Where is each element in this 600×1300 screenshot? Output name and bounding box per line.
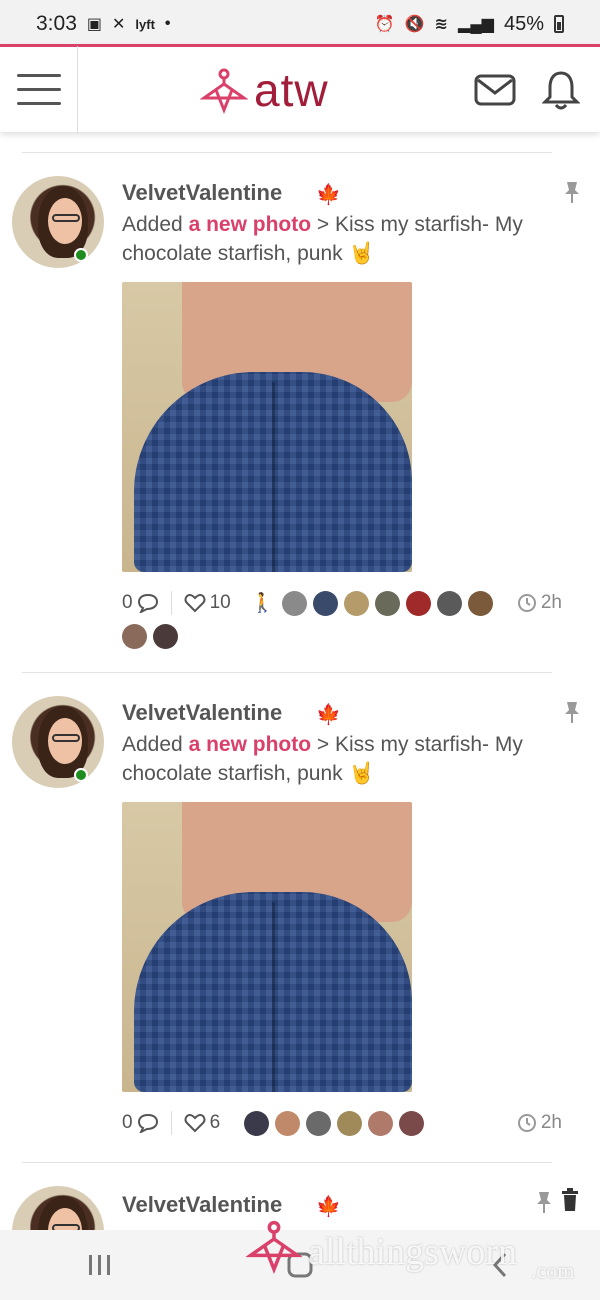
envelope-icon[interactable] <box>474 74 516 106</box>
lyft-icon: lyft <box>135 16 155 32</box>
post-photo[interactable] <box>122 802 412 1092</box>
post-time: 2h <box>517 1112 562 1134</box>
comment-icon <box>137 593 158 613</box>
like-count-value: 6 <box>209 1112 221 1133</box>
comment-count-value: 0 <box>122 592 133 613</box>
liker-avatar[interactable] <box>275 1110 301 1136</box>
wifi-icon: ≋ <box>434 16 449 33</box>
post-time: 2h <box>517 592 562 614</box>
canada-flag-icon: 🍁 <box>316 184 341 206</box>
liker-avatar[interactable] <box>368 1110 394 1136</box>
menu-button[interactable] <box>0 45 78 134</box>
avatar[interactable] <box>12 1186 104 1230</box>
post-username[interactable]: VelvetValentine <box>122 700 282 726</box>
hamburger-line <box>16 74 61 77</box>
hamburger-line <box>16 88 61 91</box>
comment-count[interactable]: 0 <box>122 1112 159 1134</box>
liker-avatar[interactable] <box>399 1110 425 1136</box>
post-username[interactable]: VelvetValentine <box>122 180 282 206</box>
back-button[interactable] <box>470 1240 530 1290</box>
new-photo-link[interactable]: a new photo <box>189 733 312 756</box>
x-icon: ✕ <box>112 16 126 33</box>
dot-icon: • <box>164 15 171 32</box>
liker-avatar[interactable] <box>344 590 370 616</box>
trash-icon[interactable] <box>560 1188 580 1212</box>
liker-avatars-overflow <box>122 624 178 649</box>
clock-icon <box>517 1114 536 1132</box>
logo[interactable]: atw <box>200 63 329 117</box>
home-icon <box>287 1252 313 1278</box>
activity-text: Added a new photo > Kiss my starfish- My… <box>122 210 562 268</box>
person-icon: 🚶 <box>250 593 275 614</box>
activity-text: Added a new photo > Kiss my starfish- My… <box>122 730 562 788</box>
activity-prefix: Added <box>122 213 189 236</box>
online-status-dot <box>74 768 88 782</box>
like-count-value: 10 <box>209 592 231 613</box>
online-status-dot <box>74 248 88 262</box>
liker-avatar[interactable] <box>437 590 463 616</box>
liker-avatar[interactable] <box>468 590 494 616</box>
status-bar: 3:03 ▣ ✕ lyft • ⏰ 🔇 ≋ ▂▄▆ 45% <box>0 0 600 48</box>
mute-icon: 🔇 <box>404 16 425 33</box>
status-time: 3:03 <box>36 12 77 35</box>
hanger-logo-icon <box>200 68 248 114</box>
post-time-value: 2h <box>540 592 562 613</box>
avatar[interactable] <box>12 176 104 268</box>
bell-icon[interactable] <box>542 69 580 111</box>
heart-icon <box>184 593 206 613</box>
like-count[interactable]: 6 <box>184 1112 221 1134</box>
comment-count-value: 0 <box>122 1112 133 1133</box>
liker-avatars <box>282 590 494 616</box>
heart-icon <box>184 1113 206 1133</box>
like-count[interactable]: 10 <box>184 592 231 614</box>
app-header: atw <box>0 44 600 134</box>
clock-icon <box>517 594 536 612</box>
liker-avatar[interactable] <box>122 624 147 649</box>
battery-percent: 45% <box>503 12 544 35</box>
liker-avatar[interactable] <box>375 590 401 616</box>
post-meta: 0 6 2h <box>122 1108 582 1138</box>
alarm-icon: ⏰ <box>374 16 395 33</box>
post-meta: 0 10 🚶 2h <box>122 588 582 618</box>
avatar[interactable] <box>12 696 104 788</box>
recent-apps-button[interactable] <box>70 1240 130 1290</box>
logo-text: atw <box>254 64 329 116</box>
recent-apps-icon <box>89 1255 110 1275</box>
hamburger-line <box>16 102 61 105</box>
pin-icon[interactable] <box>562 180 582 204</box>
divider <box>22 1162 552 1163</box>
activity-prefix: Added <box>122 733 189 756</box>
signal-icon: ▂▄▆ <box>458 16 494 33</box>
battery-icon <box>554 15 564 33</box>
liker-avatar[interactable] <box>153 624 178 649</box>
canada-flag-icon: 🍁 <box>316 1196 341 1218</box>
liker-avatar[interactable] <box>306 1110 332 1136</box>
liker-avatar[interactable] <box>337 1110 363 1136</box>
back-icon <box>492 1252 507 1278</box>
liker-avatar[interactable] <box>282 590 308 616</box>
liker-avatar[interactable] <box>406 590 432 616</box>
canada-flag-icon: 🍁 <box>316 704 341 726</box>
post-username[interactable]: VelvetValentine <box>122 1192 282 1218</box>
pin-icon[interactable] <box>562 700 582 724</box>
divider <box>22 152 552 153</box>
comment-count[interactable]: 0 <box>122 592 159 614</box>
post-photo[interactable] <box>122 282 412 572</box>
calendar-icon: ▣ <box>86 16 102 33</box>
activity-feed: VelvetValentine 🍁 Added a new photo > Ki… <box>0 132 600 1230</box>
post-time-value: 2h <box>540 1112 562 1133</box>
liker-avatar[interactable] <box>244 1110 270 1136</box>
home-button[interactable] <box>270 1240 330 1290</box>
system-nav-bar <box>0 1230 600 1300</box>
comment-icon <box>137 1113 158 1133</box>
new-photo-link[interactable]: a new photo <box>189 213 312 236</box>
liker-avatar[interactable] <box>313 590 339 616</box>
divider <box>22 672 552 673</box>
pin-icon[interactable] <box>534 1190 554 1214</box>
liker-avatars <box>244 1110 425 1136</box>
